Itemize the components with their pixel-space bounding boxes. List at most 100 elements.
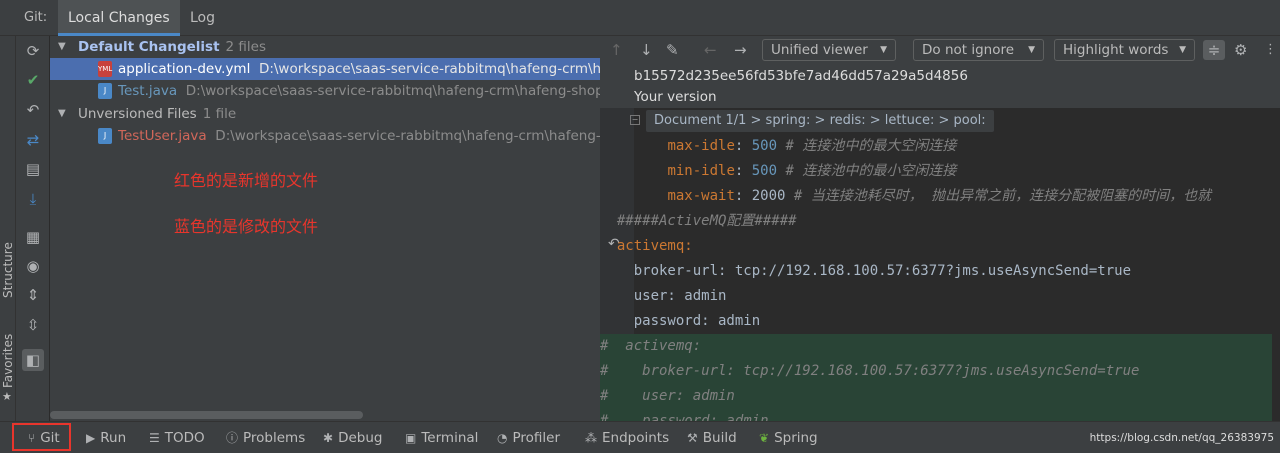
yaml-breadcrumb[interactable]: Document 1/1 > spring: > redis: > lettuc… [646,110,994,132]
tool-tab-spring[interactable]: ❦ Spring [759,428,818,448]
changelist-unversioned[interactable]: ▼ Unversioned Files 1 file [50,103,600,125]
code-value: 500 [751,163,778,179]
vertical-scrollbar[interactable] [1272,108,1280,421]
group-by-icon[interactable]: ▦ [22,226,44,248]
code-text: activemq: [600,238,693,254]
tool-window-title: Git: [24,10,48,25]
gear-icon[interactable]: ⚙ [1234,40,1247,60]
git-tab-highlight [12,423,71,451]
arrow-right-icon[interactable]: → [734,40,747,60]
code-line: min-idle: 500 # 连接池中的最小空闲连接 [600,159,1280,184]
code-comment: # 连接池中的最大空闲连接 [785,138,957,154]
code-text: user: admin [600,288,727,304]
collapse-all-icon[interactable]: ⇳ [22,314,44,336]
left-side-strip: Structure Favorites ★ [0,36,16,421]
changelist-count: 1 file [202,106,237,122]
code-text: password: admin [600,313,761,329]
rollback-icon[interactable]: ↶ [22,99,44,121]
code-key: max-idle [667,138,735,154]
file-row-test-java[interactable]: J Test.java D:\workspace\saas-service-ra… [50,80,600,102]
hammer-icon: ⚒ [687,431,698,445]
endpoints-icon: ⁂ [585,431,597,445]
shelve-icon[interactable]: ⤓ [22,188,44,210]
tool-tab-label: Debug [338,430,383,446]
file-entry: TestUser.java D:\workspace\saas-service-… [118,125,600,147]
arrow-left-icon[interactable]: ← [704,40,717,60]
chevron-down-icon[interactable]: ▼ [58,36,66,58]
preview-diff-icon[interactable]: ◧ [22,349,44,371]
tool-tab-label: Terminal [421,430,479,446]
added-code-line: # activemq: [600,334,1280,359]
refresh-icon[interactable]: ⟳ [22,40,44,62]
highlight-dropdown[interactable]: Highlight words ▼ [1054,39,1195,61]
tool-tab-problems[interactable]: ⓘ Problems [226,428,305,448]
tool-tab-label: Profiler [512,430,561,446]
file-name: Test.java [118,83,178,99]
tool-window-bar: ⑂ Git ▶ Run ☰ TODO ⓘ Problems ✱ Debug ▣ Termin… [0,421,1280,453]
code-line: max-idle: 500 # 连接池中的最大空闲连接 [600,134,1280,159]
arrow-up-icon[interactable]: ↑ [610,40,623,60]
problems-icon: ⓘ [226,431,239,445]
structure-label[interactable]: Structure [1,242,15,298]
file-path: D:\workspace\saas-service-rabbitmq\hafen… [185,83,600,99]
tool-tab-label: Problems [243,430,306,446]
favorites-label[interactable]: Favorites [1,334,15,388]
more-icon[interactable]: ⋮ [1264,40,1277,60]
file-row-application-dev[interactable]: YML application-dev.yml D:\workspace\saa… [50,58,600,80]
java-file-icon: J [98,83,112,99]
diff-viewer: ↑ ↓ ✎ ← → Unified viewer ▼ Do not ignore ▼… [600,36,1280,421]
watermark: https://blog.csdn.net/qq_26383975 [1089,432,1274,444]
changelist-label: Default Changelist 2 files [78,36,266,58]
terminal-icon: ▣ [405,431,417,445]
tab-local-changes[interactable]: Local Changes [58,0,180,36]
eye-icon[interactable]: ◉ [22,255,44,277]
tab-log[interactable]: Log [180,0,225,36]
revision-label: Your version [634,89,717,105]
tool-tab-todo[interactable]: ☰ TODO [149,428,205,448]
viewer-dropdown[interactable]: Unified viewer ▼ [762,39,896,61]
code-value: 2000 [751,188,786,204]
show-diff-icon[interactable]: ⇄ [22,129,44,151]
code-comment: # 连接池中的最小空闲连接 [785,163,957,179]
code-comment: # activemq: [600,338,702,354]
highlight-dropdown-value: Highlight words [1063,42,1169,58]
code-comment: # user: admin [600,388,735,404]
run-icon: ▶ [86,431,96,445]
commit-check-icon[interactable]: ✔ [22,69,44,91]
tool-tab-profiler[interactable]: ◔ Profiler [497,428,560,448]
added-code-line: # user: admin [600,384,1280,409]
changelist-name: Unversioned Files [78,106,197,122]
tool-tab-label: Spring [774,430,818,446]
horizontal-scrollbar[interactable] [50,411,363,419]
todo-list-icon: ☰ [149,431,160,445]
changelist-icon[interactable]: ▤ [22,158,44,180]
code-line: user: admin [600,284,1280,309]
changes-toolbar: ⟳ ✔ ↶ ⇄ ▤ ⤓ ▦ ◉ ⇕ ⇳ ◧ [16,36,50,421]
tool-tab-run[interactable]: ▶ Run [86,428,126,448]
code-line: broker-url: tcp://192.168.100.57:6377?jm… [600,259,1280,284]
expand-all-icon[interactable]: ⇕ [22,284,44,306]
tool-tab-endpoints[interactable]: ⁂ Endpoints [585,428,669,448]
changelist-default[interactable]: ▼ Default Changelist 2 files [50,36,600,58]
star-icon: ★ [2,390,12,403]
file-name: TestUser.java [118,128,207,144]
revision-hash: b15572d235ee56fd53bfe7ad46dd57a29a5d4856 [634,68,968,84]
code-line: password: admin [600,309,1280,334]
tool-tab-build[interactable]: ⚒ Build [687,428,737,448]
code-comment: # password: admin [600,413,769,421]
diff-toolbar: ↑ ↓ ✎ ← → Unified viewer ▼ Do not ignore ▼… [600,36,1280,64]
tool-tab-label: TODO [164,430,205,446]
ignore-dropdown[interactable]: Do not ignore ▼ [913,39,1044,61]
file-row-testuser-java[interactable]: J TestUser.java D:\workspace\saas-servic… [50,125,600,147]
arrow-down-icon[interactable]: ↓ [640,40,653,60]
edit-pencil-icon[interactable]: ✎ [666,40,679,60]
tool-tab-terminal[interactable]: ▣ Terminal [405,428,478,448]
chevron-down-icon[interactable]: ▼ [58,103,66,125]
fold-icon[interactable]: − [630,115,640,125]
caret-down-icon: ▼ [1028,45,1035,55]
collapse-unchanged-icon[interactable]: ≑ [1203,40,1225,60]
tool-tab-debug[interactable]: ✱ Debug [323,428,382,448]
code-text: broker-url: tcp://192.168.100.57:6377?jm… [600,263,1132,279]
code-line: #####ActiveMQ配置##### [600,209,1280,234]
